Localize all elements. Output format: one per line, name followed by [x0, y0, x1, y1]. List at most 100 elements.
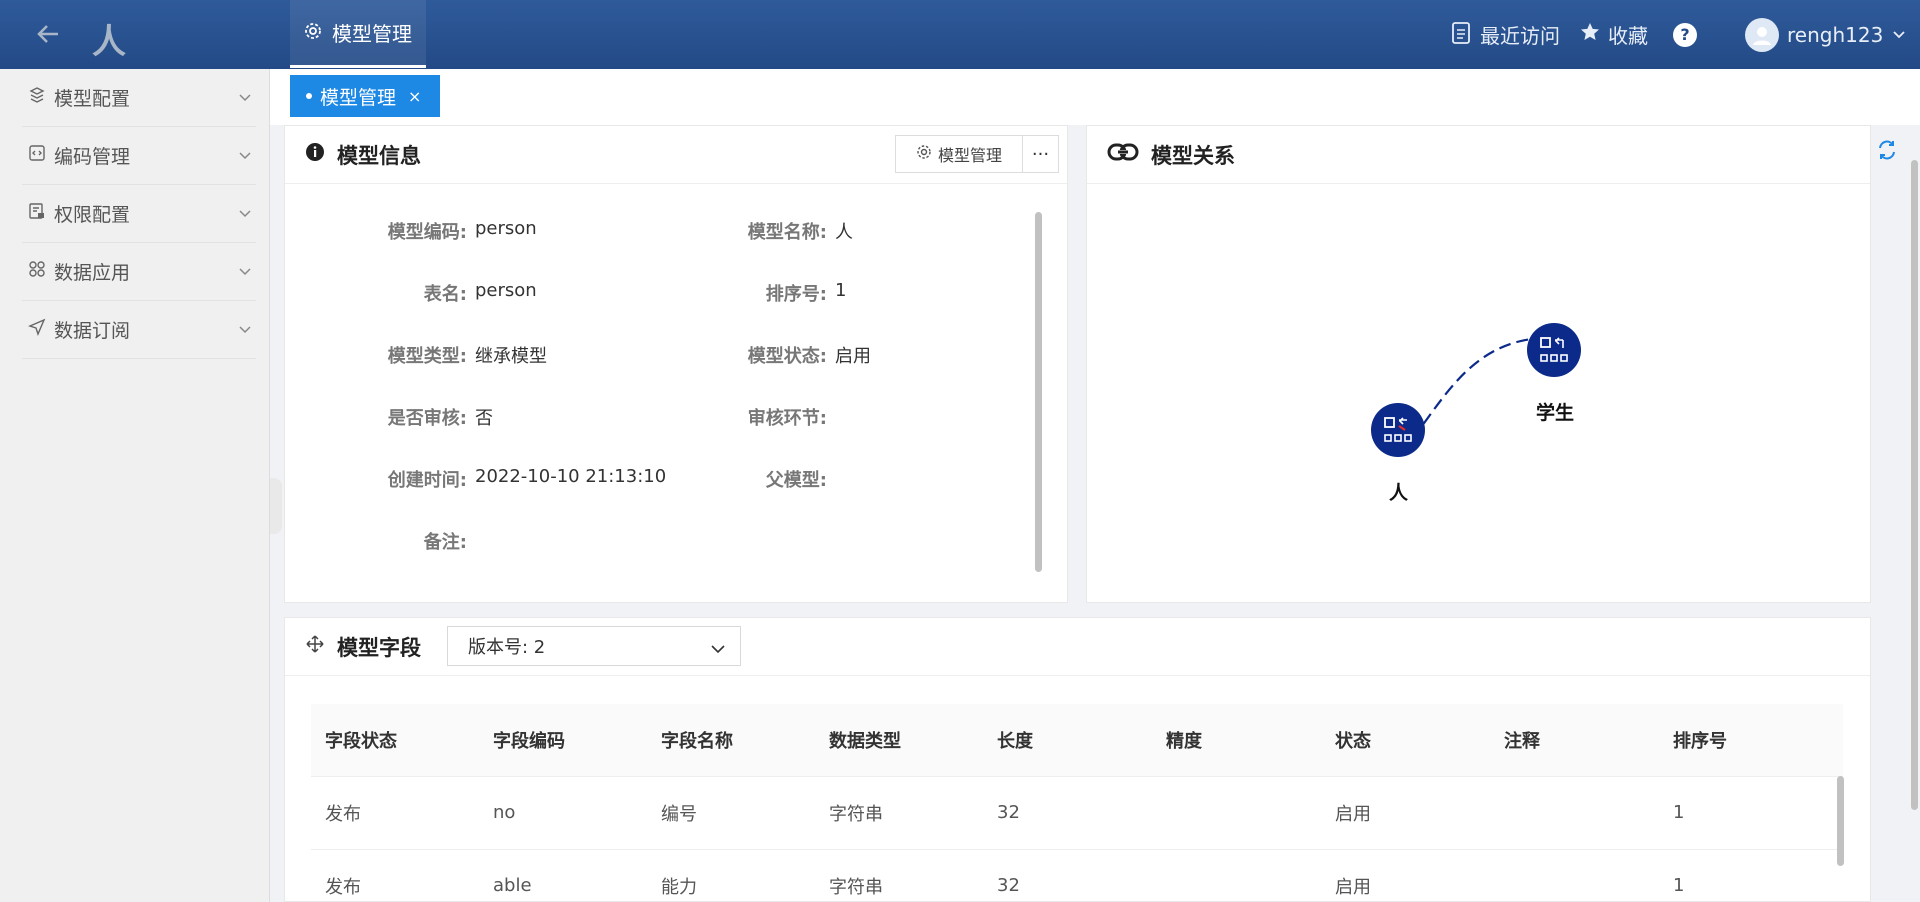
table-scrollbar[interactable]	[1837, 776, 1844, 866]
send-icon	[28, 318, 46, 341]
type-value: 继承模型	[475, 346, 547, 367]
col-header[interactable]: 字段编码	[479, 704, 647, 777]
created-label: 创建时间:	[387, 470, 467, 491]
table-row[interactable]: 发布 no 编号 字符串 32 启用 1	[311, 776, 1843, 850]
top-header: 人 模型管理 最近访问 收藏 ? rengh123	[0, 0, 1920, 69]
table-cell: 发布	[311, 849, 479, 902]
col-header[interactable]: 精度	[1152, 704, 1321, 777]
audit-step-label: 审核环节:	[747, 408, 827, 429]
parent-label: 父模型:	[765, 470, 827, 491]
link-icon	[1107, 141, 1139, 168]
audit-value: 否	[475, 408, 493, 429]
table-row[interactable]: 发布 able 能力 字符串 32 启用 1	[311, 849, 1843, 902]
status-value: 启用	[835, 346, 871, 367]
gear-icon	[916, 144, 932, 164]
model-info-panel: 模型信息 模型管理 ··· 模型编码: person 模型名称: 人 表名: p…	[284, 125, 1068, 603]
col-header[interactable]: 注释	[1490, 704, 1659, 777]
table-cell: 启用	[1321, 849, 1490, 902]
table-cell: no	[479, 776, 647, 850]
help-icon: ?	[1673, 22, 1697, 47]
info-icon	[305, 142, 325, 167]
sidebar-item-label: 数据应用	[54, 262, 131, 284]
version-select-value: 版本号: 2	[468, 637, 546, 658]
version-select[interactable]: 版本号: 2	[447, 626, 741, 666]
col-header[interactable]: 排序号	[1659, 704, 1843, 777]
model-info-title: 模型信息	[337, 143, 421, 168]
table-header-row: 字段状态 字段编码 字段名称 数据类型 长度 精度 状态 注释 排序号	[311, 704, 1843, 777]
back-arrow-icon[interactable]	[34, 18, 62, 50]
tab-close-icon[interactable]: ×	[408, 87, 421, 106]
code-icon	[28, 144, 46, 167]
node-person[interactable]	[1371, 403, 1425, 457]
tab-model-management[interactable]: 模型管理 ×	[290, 75, 440, 117]
model-relation-header: 模型关系	[1087, 126, 1870, 184]
col-header[interactable]: 数据类型	[815, 704, 983, 777]
node-student[interactable]	[1527, 323, 1581, 377]
username: rengh123	[1787, 22, 1884, 47]
sidebar-collapse-handle[interactable]	[270, 478, 282, 534]
info-scrollbar[interactable]	[1035, 212, 1042, 572]
recent-label: 最近访问	[1480, 24, 1560, 48]
top-nav-label: 模型管理	[332, 22, 412, 46]
col-header[interactable]: 状态	[1321, 704, 1490, 777]
node-label-person: 人	[1389, 482, 1409, 504]
col-header[interactable]: 字段名称	[647, 704, 815, 777]
move-icon	[305, 634, 325, 659]
fields-table: 字段状态 字段编码 字段名称 数据类型 长度 精度 状态 注释 排序号 发布 n…	[311, 704, 1843, 902]
favorite-label: 收藏	[1608, 24, 1648, 48]
name-label: 模型名称:	[747, 222, 827, 243]
model-relation-panel: 模型关系 人 学生	[1086, 125, 1871, 603]
help-button[interactable]: ?	[1673, 0, 1697, 69]
tab-strip: 模型管理 ×	[270, 69, 1920, 125]
sidebar-item-data-subscription[interactable]: 数据订阅	[22, 301, 256, 359]
table-value: person	[475, 280, 537, 301]
more-options-button[interactable]: ···	[1023, 135, 1059, 173]
chevron-down-icon	[1891, 23, 1907, 47]
table-cell: 1	[1659, 849, 1843, 902]
table-cell	[1490, 776, 1659, 850]
code-value: person	[475, 218, 537, 239]
model-fields-panel: 模型字段 版本号: 2 字段状态 字段编码 字段名称 数据类型 长度 精度 状态…	[284, 617, 1871, 902]
order-label: 排序号:	[765, 284, 827, 305]
status-label: 模型状态:	[747, 346, 827, 367]
sidebar-item-model-config[interactable]: 模型配置	[22, 69, 256, 127]
table-cell: 1	[1659, 776, 1843, 850]
col-header[interactable]: 字段状态	[311, 704, 479, 777]
model-fields-title: 模型字段	[337, 635, 421, 660]
avatar	[1745, 17, 1779, 52]
active-dot	[306, 93, 312, 99]
sidebar-item-label: 编码管理	[54, 146, 131, 168]
gear-icon	[304, 21, 322, 45]
type-label: 模型类型:	[387, 346, 467, 367]
audit-label: 是否审核:	[387, 408, 467, 429]
user-menu[interactable]: rengh123	[1745, 0, 1907, 69]
chevron-down-icon	[238, 87, 252, 109]
table-cell: 启用	[1321, 776, 1490, 850]
col-header[interactable]: 长度	[983, 704, 1152, 777]
clipboard-icon	[1450, 19, 1472, 50]
refresh-icon[interactable]	[1875, 138, 1899, 162]
sidebar-item-permission-config[interactable]: 权限配置	[22, 185, 256, 243]
name-value: 人	[835, 222, 853, 243]
star-icon	[1580, 22, 1600, 47]
chevron-down-icon	[238, 319, 252, 341]
chevron-down-icon	[710, 640, 726, 661]
table-cell: 32	[983, 849, 1152, 902]
favorites-button[interactable]: 收藏	[1580, 0, 1648, 69]
table-cell: 发布	[311, 776, 479, 850]
page-scrollbar[interactable]	[1911, 160, 1918, 810]
permission-doc-icon	[28, 202, 46, 225]
tab-label: 模型管理	[320, 86, 397, 109]
chevron-down-icon	[238, 145, 252, 167]
table-cell: 32	[983, 776, 1152, 850]
chevron-down-icon	[238, 203, 252, 225]
table-cell: able	[479, 849, 647, 902]
top-nav-model-management[interactable]: 模型管理	[290, 0, 426, 68]
relation-graph	[1371, 323, 1581, 457]
recent-visits-button[interactable]: 最近访问	[1450, 0, 1560, 69]
app-logo: 人	[92, 22, 126, 62]
sidebar-item-data-application[interactable]: 数据应用	[22, 243, 256, 301]
model-manage-button[interactable]: 模型管理	[895, 135, 1023, 173]
remark-label: 备注:	[423, 532, 467, 553]
sidebar-item-code-management[interactable]: 编码管理	[22, 127, 256, 185]
